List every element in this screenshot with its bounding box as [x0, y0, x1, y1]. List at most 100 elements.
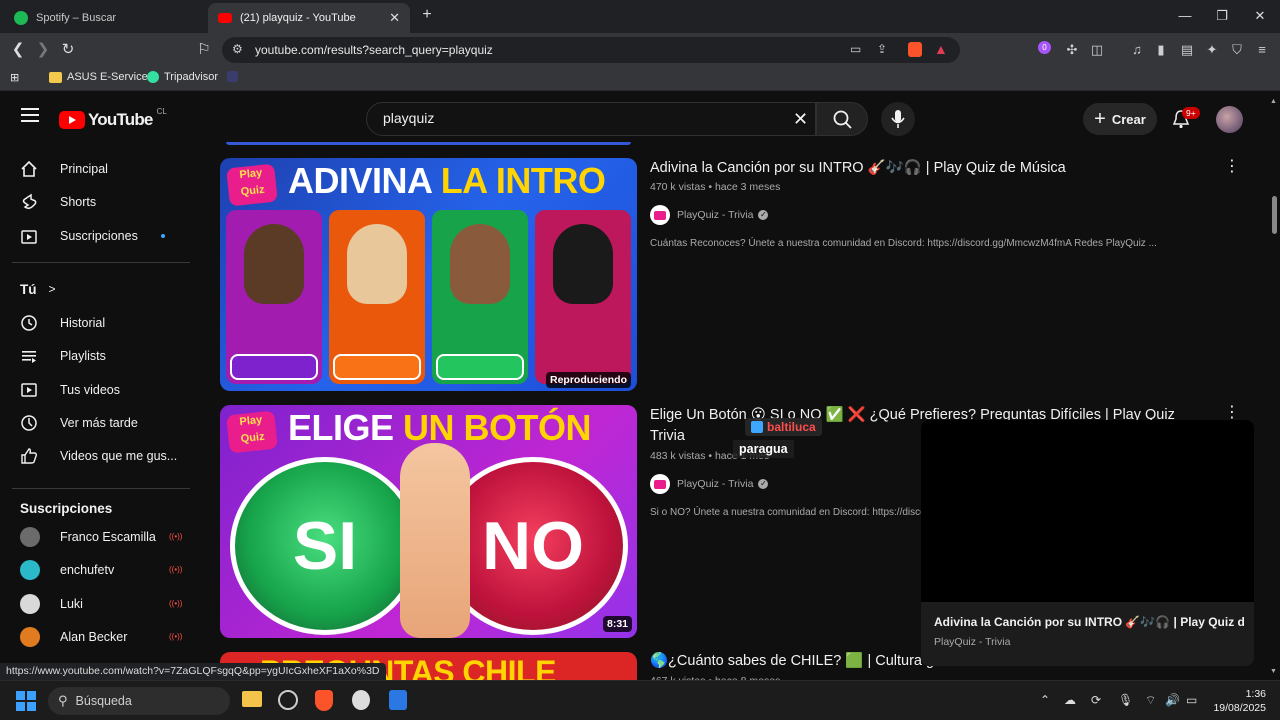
apps-icon[interactable]: ⊞	[10, 71, 19, 84]
divider	[12, 488, 190, 489]
vpn-icon[interactable]: ⛉	[1228, 41, 1246, 59]
playlists-icon	[12, 346, 48, 366]
create-button[interactable]: + Crear	[1083, 103, 1157, 135]
sidebar-you-heading[interactable]: Tú >	[12, 274, 192, 304]
wallet-icon[interactable]: ▤	[1178, 41, 1196, 59]
microphone-icon[interactable]: 🎙	[1118, 693, 1133, 707]
video-thumbnail[interactable]: Play Quiz ELIGE UN BOTÓN SI NO 8:31	[220, 405, 637, 638]
face-4	[553, 224, 613, 304]
search-input[interactable]	[383, 110, 763, 126]
spotify-icon	[14, 11, 28, 25]
screenshot-icon[interactable]: ◫	[1088, 41, 1106, 59]
youtube-logo[interactable]: YouTube CL	[59, 106, 167, 130]
chrome-icon[interactable]	[278, 690, 298, 710]
close-tab-icon[interactable]: ✕	[389, 10, 400, 26]
volume-icon[interactable]: 🔊	[1165, 693, 1180, 707]
forward-icon[interactable]: ❯	[32, 40, 54, 60]
thumbnail-headline: ADIVINA LA INTRO	[288, 160, 606, 201]
scroll-up-icon[interactable]: ▲	[1270, 98, 1277, 105]
logo-text: YouTube	[88, 110, 153, 129]
clear-search-icon[interactable]: ✕	[793, 109, 808, 130]
region-code: CL	[156, 106, 167, 116]
sync-icon[interactable]: ⟳	[1091, 693, 1101, 707]
mini-player-title[interactable]: Adivina la Canción por su INTRO 🎸🎶🎧 | Pl…	[934, 615, 1244, 629]
bookmark-label: ASUS E-Service	[67, 71, 148, 83]
maximize-icon[interactable]: ❐	[1209, 6, 1235, 26]
bookmark-tripadvisor[interactable]: Tripadvisor	[147, 71, 218, 83]
channel-avatar	[650, 205, 670, 225]
bookmark-asus[interactable]: ASUS E-Service	[49, 71, 148, 83]
back-icon[interactable]: ❮	[7, 40, 29, 60]
sidebar-channel-franco-escamilla[interactable]: Franco Escamilla ((•))	[12, 522, 192, 552]
tab-title: Spotify – Buscar	[36, 12, 117, 24]
battery-icon[interactable]: ▭	[1186, 693, 1197, 707]
channel-link[interactable]: PlayQuiz - Trivia ✓	[650, 205, 769, 225]
store-icon[interactable]	[389, 690, 407, 710]
sidebar-item-playlists[interactable]: Playlists	[12, 341, 192, 371]
sidebar-item-ver-mas-tarde[interactable]: Ver más tarde	[12, 408, 192, 438]
new-tab-button[interactable]: +	[414, 5, 440, 25]
scrollbar-thumb[interactable]	[1272, 196, 1277, 234]
search-button[interactable]	[816, 102, 868, 136]
mini-player-video[interactable]	[921, 420, 1254, 602]
cast-icon[interactable]: ▭	[850, 42, 861, 56]
onedrive-icon[interactable]: ☁	[1064, 693, 1076, 707]
wifi-icon[interactable]: ⌔	[1145, 693, 1156, 708]
guide-menu-icon[interactable]	[21, 108, 39, 122]
sidebar-item-shorts[interactable]: Shorts	[12, 187, 192, 217]
youtube-play-icon	[59, 111, 85, 129]
leo-ai-icon[interactable]: ✦	[1203, 41, 1221, 59]
start-button[interactable]	[16, 691, 36, 711]
more-actions-icon[interactable]: ⋮	[1224, 402, 1240, 422]
sidebar-item-tus-videos[interactable]: Tus videos	[12, 375, 192, 405]
brave-rewards-icon[interactable]: ▲	[934, 41, 948, 57]
close-window-icon[interactable]: ✕	[1247, 6, 1273, 26]
more-actions-icon[interactable]: ⋮	[1224, 156, 1240, 176]
menu-icon[interactable]: ≡	[1253, 41, 1271, 59]
sidebar-subscriptions-heading: Suscripciones	[20, 500, 113, 516]
bookmark-icon[interactable]: ⚐	[193, 40, 215, 60]
sidebar-item-principal[interactable]: Principal	[12, 154, 192, 184]
mini-player[interactable]: Adivina la Canción por su INTRO 🎸🎶🎧 | Pl…	[921, 420, 1254, 666]
sidebar-item-suscripciones[interactable]: Suscripciones	[12, 221, 192, 251]
video-title[interactable]: Adivina la Canción por su INTRO 🎸🎶🎧 | Pl…	[650, 158, 1066, 179]
app-icon[interactable]	[352, 690, 370, 710]
bookmark-extension-icon[interactable]	[227, 71, 243, 82]
subscriptions-icon	[12, 226, 48, 246]
bookmark-label: Tripadvisor	[164, 71, 218, 83]
extensions-icon[interactable]: ✣	[1063, 41, 1081, 59]
scroll-down-icon[interactable]: ▼	[1270, 668, 1277, 675]
tab-youtube[interactable]: (21) playquiz - YouTube ✕	[208, 3, 410, 33]
channel-link[interactable]: PlayQuiz - Trivia ✓	[650, 474, 769, 494]
brave-icon[interactable]	[315, 690, 333, 711]
brave-shields-icon[interactable]	[908, 42, 922, 57]
reload-icon[interactable]: ↻	[57, 40, 79, 60]
sidebar-channel-luki[interactable]: Luki ((•))	[12, 589, 192, 619]
tray-overflow-icon[interactable]: ⌃	[1040, 693, 1050, 707]
scrollbar[interactable]: ▲ ▼	[1268, 96, 1280, 680]
taskbar-search[interactable]: ⚲ Búsqueda	[48, 687, 230, 715]
sidebar-item-historial[interactable]: Historial	[12, 308, 192, 338]
tab-spotify[interactable]: Spotify – Buscar	[4, 3, 204, 33]
media-icon[interactable]: ♫	[1128, 41, 1146, 59]
file-explorer-icon[interactable]	[242, 691, 262, 707]
sidebar-channel-enchufetv[interactable]: enchufetv ((•))	[12, 555, 192, 585]
wallet-badge-icon[interactable]: 0	[1038, 41, 1051, 54]
minimize-icon[interactable]: —	[1172, 6, 1198, 26]
voice-search-button[interactable]	[881, 102, 915, 136]
verified-icon: ✓	[758, 210, 769, 220]
mini-player-channel[interactable]: PlayQuiz - Trivia	[934, 636, 1010, 648]
sidebar-item-liked-videos[interactable]: Videos que me gus...	[12, 441, 192, 471]
account-avatar[interactable]	[1216, 106, 1243, 133]
video-thumbnail[interactable]: Play Quiz ADIVINA LA INTRO Reproduciendo	[220, 158, 637, 391]
microphone-icon	[891, 110, 905, 128]
sidebar-toggle-icon[interactable]: ▮	[1152, 41, 1170, 59]
folder-icon	[49, 71, 62, 83]
address-bar[interactable]: ⚙ youtube.com/results?search_query=playq…	[222, 37, 960, 63]
share-icon[interactable]: ⇪	[877, 42, 887, 56]
sidebar-channel-alan-becker[interactable]: Alan Becker ((•))	[12, 622, 192, 652]
system-clock[interactable]: 1:36 19/08/2025	[1210, 687, 1266, 715]
avatar	[20, 527, 40, 547]
browser-tab-bar: Spotify – Buscar (21) playquiz - YouTube…	[0, 0, 1280, 33]
site-info-icon[interactable]: ⚙	[232, 42, 243, 56]
